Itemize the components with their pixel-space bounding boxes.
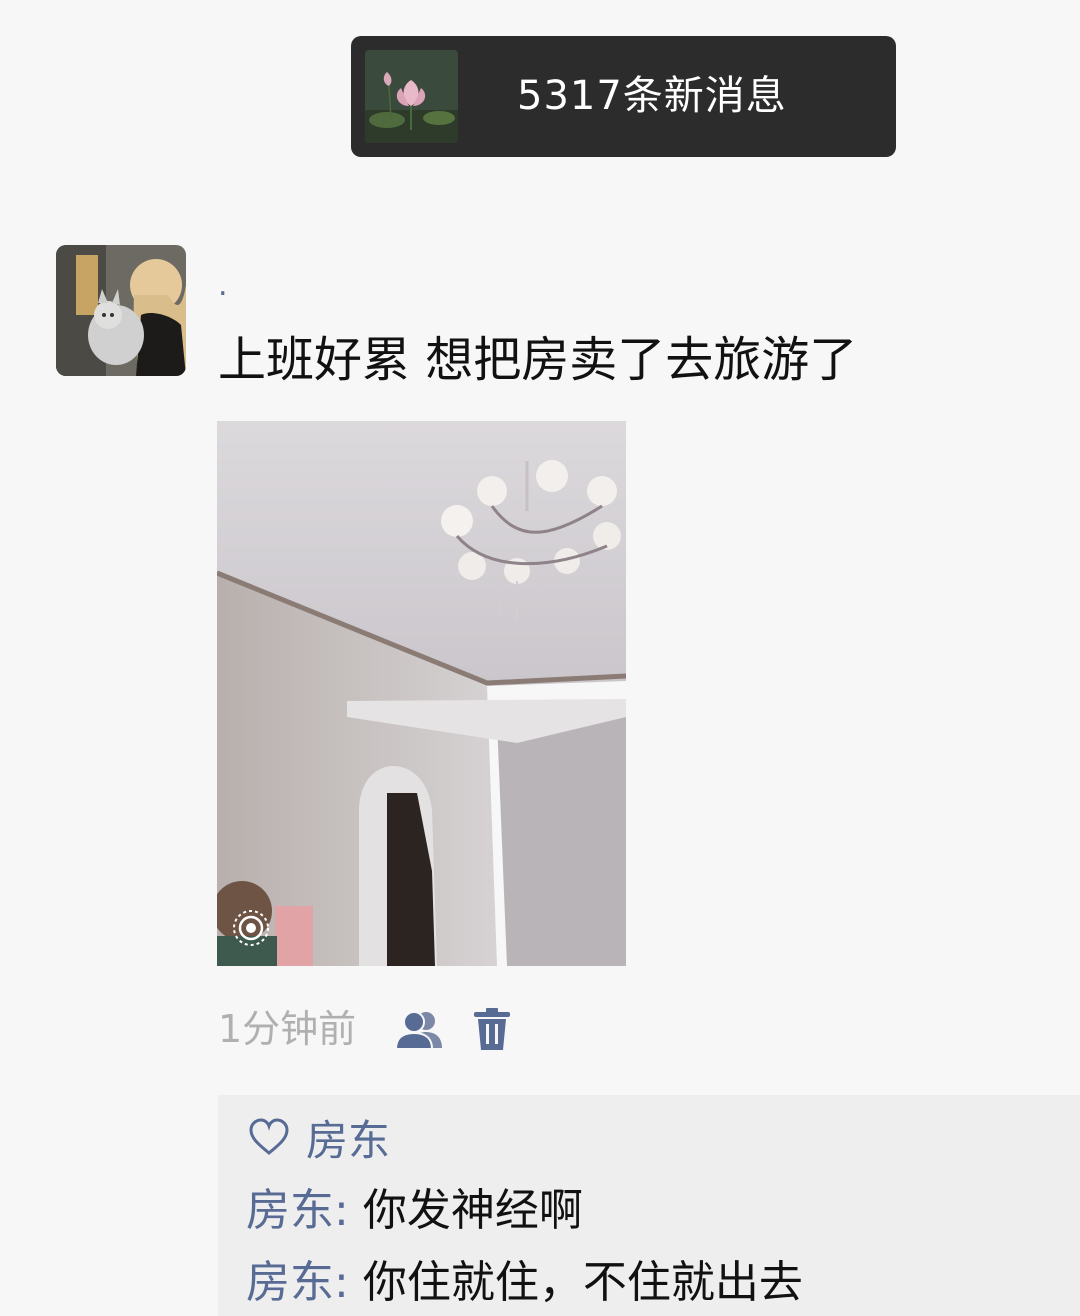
- friends-icon[interactable]: [396, 1008, 444, 1050]
- post-time: 1分钟前: [218, 1007, 357, 1051]
- notice-thumbnail: [365, 50, 458, 143]
- comment-text: 你住就住，不住就出去: [348, 1257, 803, 1308]
- comment-item[interactable]: 房东: 你发神经啊: [246, 1183, 583, 1239]
- moments-feed: 5317条新消息 . 上班好累 想把房卖了去旅游了 1分钟前 房东 房东: 你发…: [0, 0, 1080, 1316]
- interactions-box: 房东 房东: 你发神经啊 房东: 你住就住，不住就出去: [218, 1095, 1080, 1316]
- comment-separator: :: [334, 1257, 349, 1308]
- comment-author[interactable]: 房东: [246, 1185, 334, 1236]
- live-photo-icon: [233, 910, 269, 946]
- likes-row: 房东: [248, 1109, 390, 1165]
- comment-author[interactable]: 房东: [246, 1257, 334, 1308]
- new-messages-count: 5317条新消息: [517, 73, 787, 119]
- heart-icon: [249, 1118, 289, 1155]
- comment-item[interactable]: 房东: 你住就住，不住就出去: [246, 1255, 803, 1311]
- post-nickname[interactable]: .: [218, 268, 228, 304]
- avatar[interactable]: [56, 245, 186, 376]
- comment-text: 你发神经啊: [348, 1185, 583, 1236]
- liker-name[interactable]: 房东: [306, 1107, 390, 1168]
- new-messages-banner[interactable]: 5317条新消息: [351, 36, 896, 157]
- post-image[interactable]: [217, 421, 626, 966]
- trash-icon[interactable]: [474, 1008, 510, 1050]
- comment-separator: :: [334, 1185, 349, 1236]
- post-text: 上班好累 想把房卖了去旅游了: [218, 332, 858, 388]
